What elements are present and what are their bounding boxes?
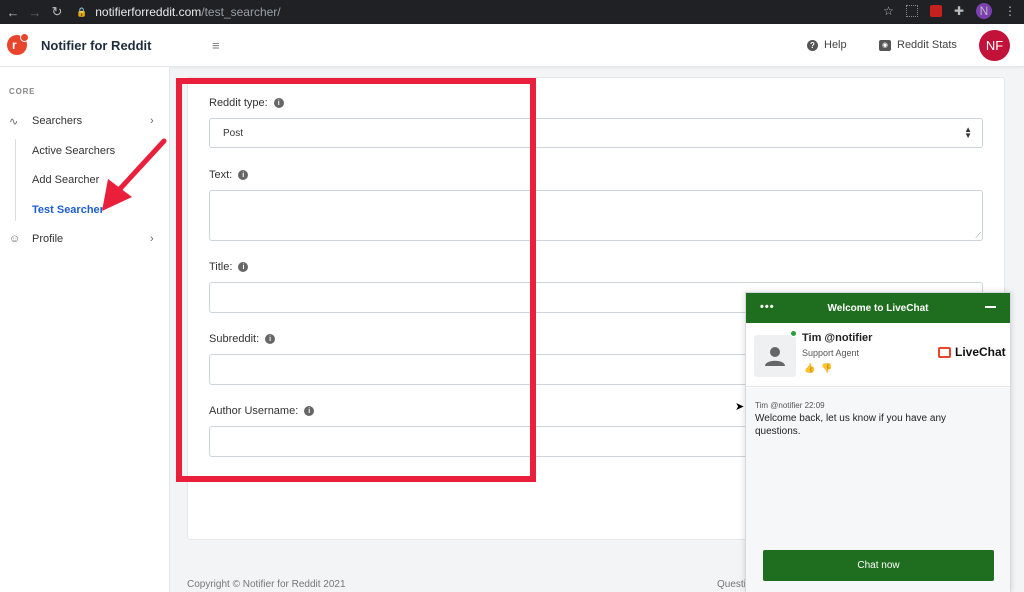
- menu-kebab-icon[interactable]: ⋮: [1004, 4, 1016, 18]
- mouse-cursor-icon: ➤: [735, 401, 745, 413]
- chat-now-button[interactable]: Chat now: [763, 550, 994, 581]
- sidebar-subitem-add-searcher[interactable]: Add Searcher: [32, 174, 99, 186]
- livechat-title: Welcome to LiveChat: [827, 302, 929, 314]
- thumbs-down-icon[interactable]: 👎: [821, 363, 832, 374]
- activity-icon: ∿: [9, 115, 19, 128]
- sidebar-section-heading: CORE: [9, 87, 36, 96]
- sidebar-item-label: Profile: [32, 233, 64, 245]
- sidebar-item-profile[interactable]: ☺ Profile ›: [0, 228, 170, 250]
- livechat-logo: LiveChat: [938, 345, 1006, 359]
- help-label: Help: [824, 39, 847, 51]
- extension-shield-icon[interactable]: [929, 5, 942, 17]
- forward-icon[interactable]: →: [24, 5, 46, 20]
- puzzle-icon[interactable]: ✚: [954, 4, 964, 18]
- browser-profile-avatar[interactable]: N: [976, 3, 992, 19]
- agent-avatar: [754, 335, 796, 377]
- agent-role: Support Agent: [802, 348, 860, 358]
- footer-questions-link[interactable]: Questi: [717, 579, 746, 590]
- online-status-dot: [790, 330, 797, 337]
- person-icon: ☺: [9, 233, 21, 245]
- livechat-brand-text: LiveChat: [955, 345, 1006, 359]
- sidebar-subitem-test-searcher[interactable]: Test Searcher: [32, 204, 104, 216]
- chat-body: Tim @notifier 22:09 Welcome back, let us…: [746, 388, 1010, 592]
- agent-card: Tim @notifier Support Agent 👍 👎 LiveChat: [746, 323, 1010, 387]
- red-highlight-box: [176, 78, 536, 482]
- message-text: Welcome back, let us know if you have an…: [755, 413, 947, 437]
- lock-icon: 🔒: [76, 6, 88, 17]
- agent-name: Tim @notifier: [802, 332, 873, 344]
- subnav-line: [15, 139, 16, 221]
- more-options-icon[interactable]: •••: [760, 301, 775, 313]
- sidebar-item-label: Searchers: [32, 115, 83, 127]
- brand-title[interactable]: Notifier for Reddit: [41, 38, 152, 53]
- star-icon[interactable]: ☆: [883, 4, 894, 18]
- livechat-header: ••• Welcome to LiveChat: [746, 293, 1010, 323]
- reload-icon[interactable]: ↻: [46, 4, 68, 20]
- help-link[interactable]: ? Help: [807, 39, 847, 51]
- red-arrow-annotation: [102, 138, 167, 211]
- footer-copyright: Copyright © Notifier for Reddit 2021: [187, 579, 346, 590]
- question-circle-icon: ?: [807, 39, 818, 51]
- hamburger-menu-icon[interactable]: ≡: [212, 38, 220, 53]
- rating-buttons: 👍 👎: [804, 363, 832, 374]
- sidebar-item-searchers[interactable]: ∿ Searchers ›: [0, 110, 170, 132]
- app-header: r Notifier for Reddit ≡ ? Help ◉ Reddit …: [0, 24, 1024, 67]
- user-avatar[interactable]: NF: [979, 30, 1010, 61]
- extension-grid-icon[interactable]: [905, 5, 918, 17]
- sort-caret-icon: ▲ ▼: [964, 125, 972, 140]
- livechat-widget: ••• Welcome to LiveChat Tim @notifier Su…: [745, 292, 1011, 592]
- minimize-icon[interactable]: [985, 306, 996, 308]
- url-path: /test_searcher/: [201, 5, 281, 19]
- thumbs-up-icon[interactable]: 👍: [804, 363, 815, 374]
- person-icon: [765, 347, 785, 366]
- message-meta: Tim @notifier 22:09: [755, 401, 825, 410]
- browser-toolbar: ← → ↻ 🔒 notifierforreddit.com/test_searc…: [0, 0, 1024, 24]
- url-host: notifierforreddit.com: [95, 5, 202, 19]
- logo-icon[interactable]: r: [7, 33, 29, 55]
- address-bar[interactable]: 🔒 notifierforreddit.com/test_searcher/: [76, 2, 906, 22]
- reddit-stats-label: Reddit Stats: [897, 39, 957, 51]
- back-icon[interactable]: ←: [2, 5, 24, 20]
- chevron-right-icon: ›: [150, 115, 154, 127]
- chat-bubble-icon: [938, 346, 951, 358]
- reddit-stats-link[interactable]: ◉ Reddit Stats: [879, 39, 957, 51]
- reddit-alien-icon: ◉: [879, 39, 891, 51]
- chevron-right-icon: ›: [150, 233, 154, 245]
